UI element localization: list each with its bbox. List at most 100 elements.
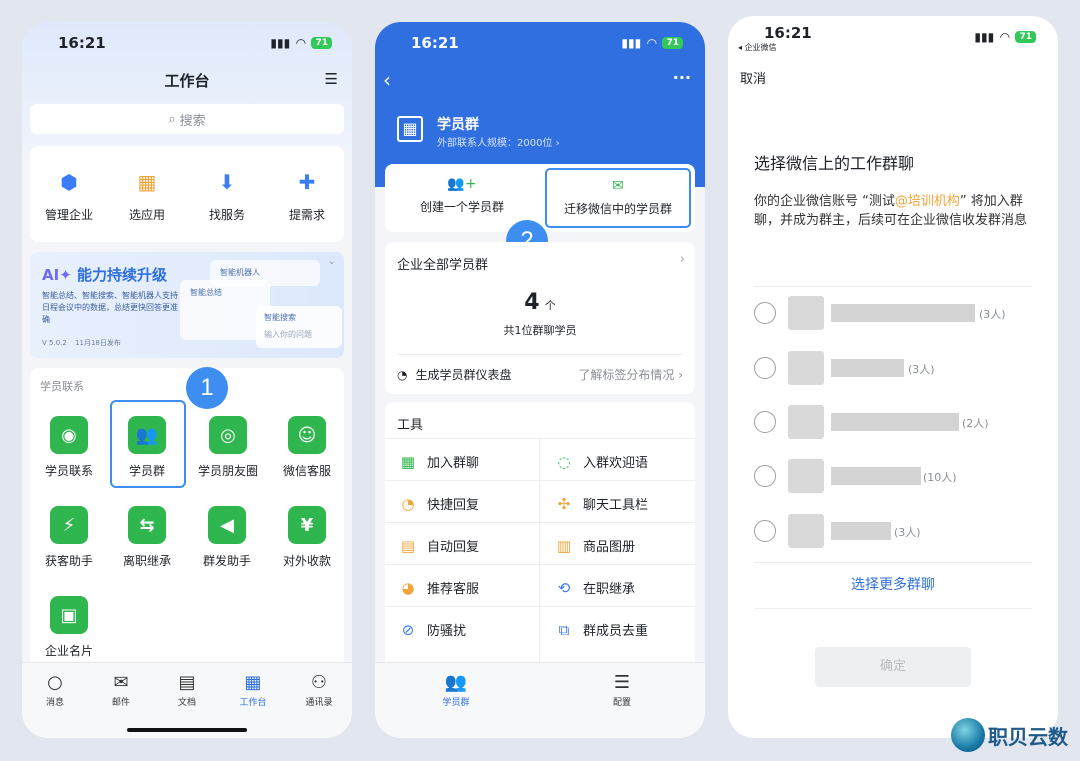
quick-request[interactable]: ✚ 提需求 [272, 170, 342, 223]
tool-quick-reply[interactable]: ◔ 快捷回复 [399, 494, 480, 514]
group-grid-icon: ▦ [397, 116, 423, 142]
tab-bar: ○ 消息 ✉ 邮件 ▤ 文档 ▦ 工作台 ⚇ 通讯录 [22, 662, 352, 738]
radio-button[interactable] [754, 411, 776, 433]
tool-label: 快捷回复 [427, 498, 480, 513]
divider [754, 286, 1032, 287]
radio-button[interactable] [754, 302, 776, 324]
filter-settings-icon[interactable]: ☰ [325, 70, 338, 88]
status-time: 16:21 [764, 24, 812, 42]
tool-welcome-message[interactable]: ◌ 入群欢迎语 [555, 452, 648, 472]
banner-card-search-sub: 输入你的问题 [264, 330, 312, 339]
ai-banner[interactable]: AI✦ 能力持续升级 智能总结、智能搜索、智能机器人支持日程会议中的数据，总结更… [30, 252, 344, 358]
search-placeholder: 搜索 [179, 113, 206, 129]
migrate-group-button[interactable]: ✉ 迁移微信中的学员群 [545, 168, 691, 228]
status-time: 16:21 [411, 34, 459, 52]
quick-find-service[interactable]: ⬇ 找服务 [192, 170, 262, 223]
group-subtitle[interactable]: 外部联系人规模：2000位 › [437, 134, 560, 149]
quick-manage-company[interactable]: ⬢ 管理企业 [34, 170, 104, 223]
tool-auto-reply[interactable]: ▤ 自动回复 [399, 536, 479, 556]
welcome-icon: ◌ [557, 452, 571, 471]
quick-choose-app[interactable]: ▦ 选应用 [112, 170, 182, 223]
app-label: 微信客服 [282, 464, 331, 478]
app-resign-inherit[interactable]: ⇆ 离职继承 [114, 506, 180, 569]
tab-mail[interactable]: ✉ 邮件 [88, 672, 154, 709]
group-row[interactable]: (2人) [728, 405, 1058, 439]
contacts-icon: ⚇ [310, 672, 328, 693]
tab-student-group[interactable]: 👥 学员群 [423, 673, 489, 709]
all-groups-card[interactable]: 企业全部学员群 › 4 个 共1位群聊学员 ◔ 生成学员群仪表盘 了解标签分布情… [385, 242, 695, 394]
watermark-text: 职贝云数 [988, 725, 1068, 749]
search-icon: ⌕ [168, 111, 176, 127]
phone-select-wechat-group: 16:21 ◂ 企业微信 ▮▮▮ ◠ 71 取消 选择微信上的工作群聊 你的企业… [728, 16, 1058, 738]
dashboard-link[interactable]: 了解标签分布情况 › [578, 366, 683, 383]
description-org: @培训机构 [894, 194, 960, 209]
tool-label: 在职继承 [583, 582, 636, 597]
app-label: 企业名片 [44, 644, 93, 658]
tool-recommend-service[interactable]: ◕ 推荐客服 [399, 578, 479, 598]
app-label: 学员联系 [44, 464, 93, 478]
tool-active-inherit[interactable]: ⟲ 在职继承 [555, 578, 636, 598]
group-name-redacted [831, 413, 959, 431]
brand-logo-icon [951, 718, 985, 752]
group-row[interactable]: (3人) [728, 514, 1058, 548]
tab-workbench[interactable]: ▦ 工作台 [220, 672, 286, 709]
app-moments[interactable]: ◎ 学员朋友圈 [190, 416, 266, 479]
search-input[interactable]: ⌕ 搜索 [30, 104, 344, 134]
chat-bubble-icon: ◉ [50, 416, 88, 454]
wifi-icon: ◠ [1000, 30, 1010, 44]
quick-label: 找服务 [208, 208, 245, 222]
radio-button[interactable] [754, 357, 776, 379]
toolbar-icon: ✣ [557, 494, 571, 513]
manage-company-icon: ⬢ [60, 170, 78, 194]
app-broadcast[interactable]: ◀ 群发助手 [194, 506, 260, 569]
tab-contacts[interactable]: ⚇ 通讯录 [286, 672, 352, 709]
phone-student-group: 16:21 ▮▮▮ ◠ 71 ‹ ··· ▦ 学员群 外部联系人规模：2000位… [375, 22, 705, 738]
group-name-redacted [831, 304, 975, 322]
tool-anti-harass[interactable]: ⊘ 防骚扰 [399, 620, 466, 640]
workbench-icon: ▦ [244, 672, 262, 693]
group-row[interactable]: (3人) [728, 351, 1058, 385]
tab-config[interactable]: ☰ 配置 [589, 673, 655, 709]
app-payment[interactable]: ¥ 对外收款 [274, 506, 340, 569]
member-count: (10人) [923, 471, 957, 484]
tool-dedupe-members[interactable]: ⧉ 群成员去重 [555, 620, 648, 640]
tool-join-group[interactable]: ▦ 加入群聊 [399, 452, 479, 472]
dashboard-row[interactable]: ◔ 生成学员群仪表盘 [397, 366, 512, 383]
quick-label: 管理企业 [44, 208, 93, 222]
back-to-app[interactable]: ◂ 企业微信 [738, 42, 777, 53]
aperture-icon: ◎ [209, 416, 247, 454]
app-label: 获客助手 [44, 554, 93, 568]
group-row[interactable]: (3人) [728, 296, 1058, 330]
battery-icon: 71 [311, 37, 332, 49]
back-icon[interactable]: ‹ [383, 68, 391, 92]
app-acquisition[interactable]: ⚡ 获客助手 [36, 506, 102, 569]
tab-label: 消息 [45, 698, 64, 708]
more-icon[interactable]: ··· [673, 68, 691, 87]
qr-code-icon: ▦ [400, 452, 416, 471]
tools-title: 工具 [397, 418, 424, 433]
select-more-groups-link[interactable]: 选择更多群聊 [728, 574, 1058, 594]
radio-button[interactable] [754, 520, 776, 542]
message-icon: ○ [47, 672, 63, 693]
tool-label: 商品图册 [583, 540, 636, 555]
banner-date: 11月18日发布 [75, 339, 121, 347]
tool-chat-toolbar[interactable]: ✣ 聊天工具栏 [555, 494, 649, 514]
add-user-icon: 👥+ [447, 176, 477, 192]
confirm-button[interactable]: 确定 [815, 647, 971, 687]
status-icons: ▮▮▮ ◠ 71 [270, 36, 332, 50]
app-student-contact[interactable]: ◉ 学员联系 [36, 416, 102, 479]
mail-icon: ✉ [113, 672, 129, 693]
block-icon: ⊘ [401, 620, 415, 639]
tool-label: 聊天工具栏 [583, 498, 649, 513]
app-business-card[interactable]: ▣ 企业名片 [36, 596, 102, 659]
group-row[interactable]: (10人) [728, 459, 1058, 493]
app-wechat-service[interactable]: ☺ 微信客服 [274, 416, 340, 479]
radio-button[interactable] [754, 465, 776, 487]
cancel-button[interactable]: 取消 [740, 68, 766, 87]
tool-product-catalog[interactable]: ▥ 商品图册 [555, 536, 636, 556]
chevron-down-icon[interactable]: ⌄ [328, 256, 336, 267]
tab-docs[interactable]: ▤ 文档 [154, 673, 220, 709]
all-groups-title: 企业全部学员群 [397, 258, 489, 273]
create-group-button[interactable]: 👥+ 创建一个学员群 [385, 176, 539, 215]
tab-messages[interactable]: ○ 消息 [22, 672, 88, 709]
